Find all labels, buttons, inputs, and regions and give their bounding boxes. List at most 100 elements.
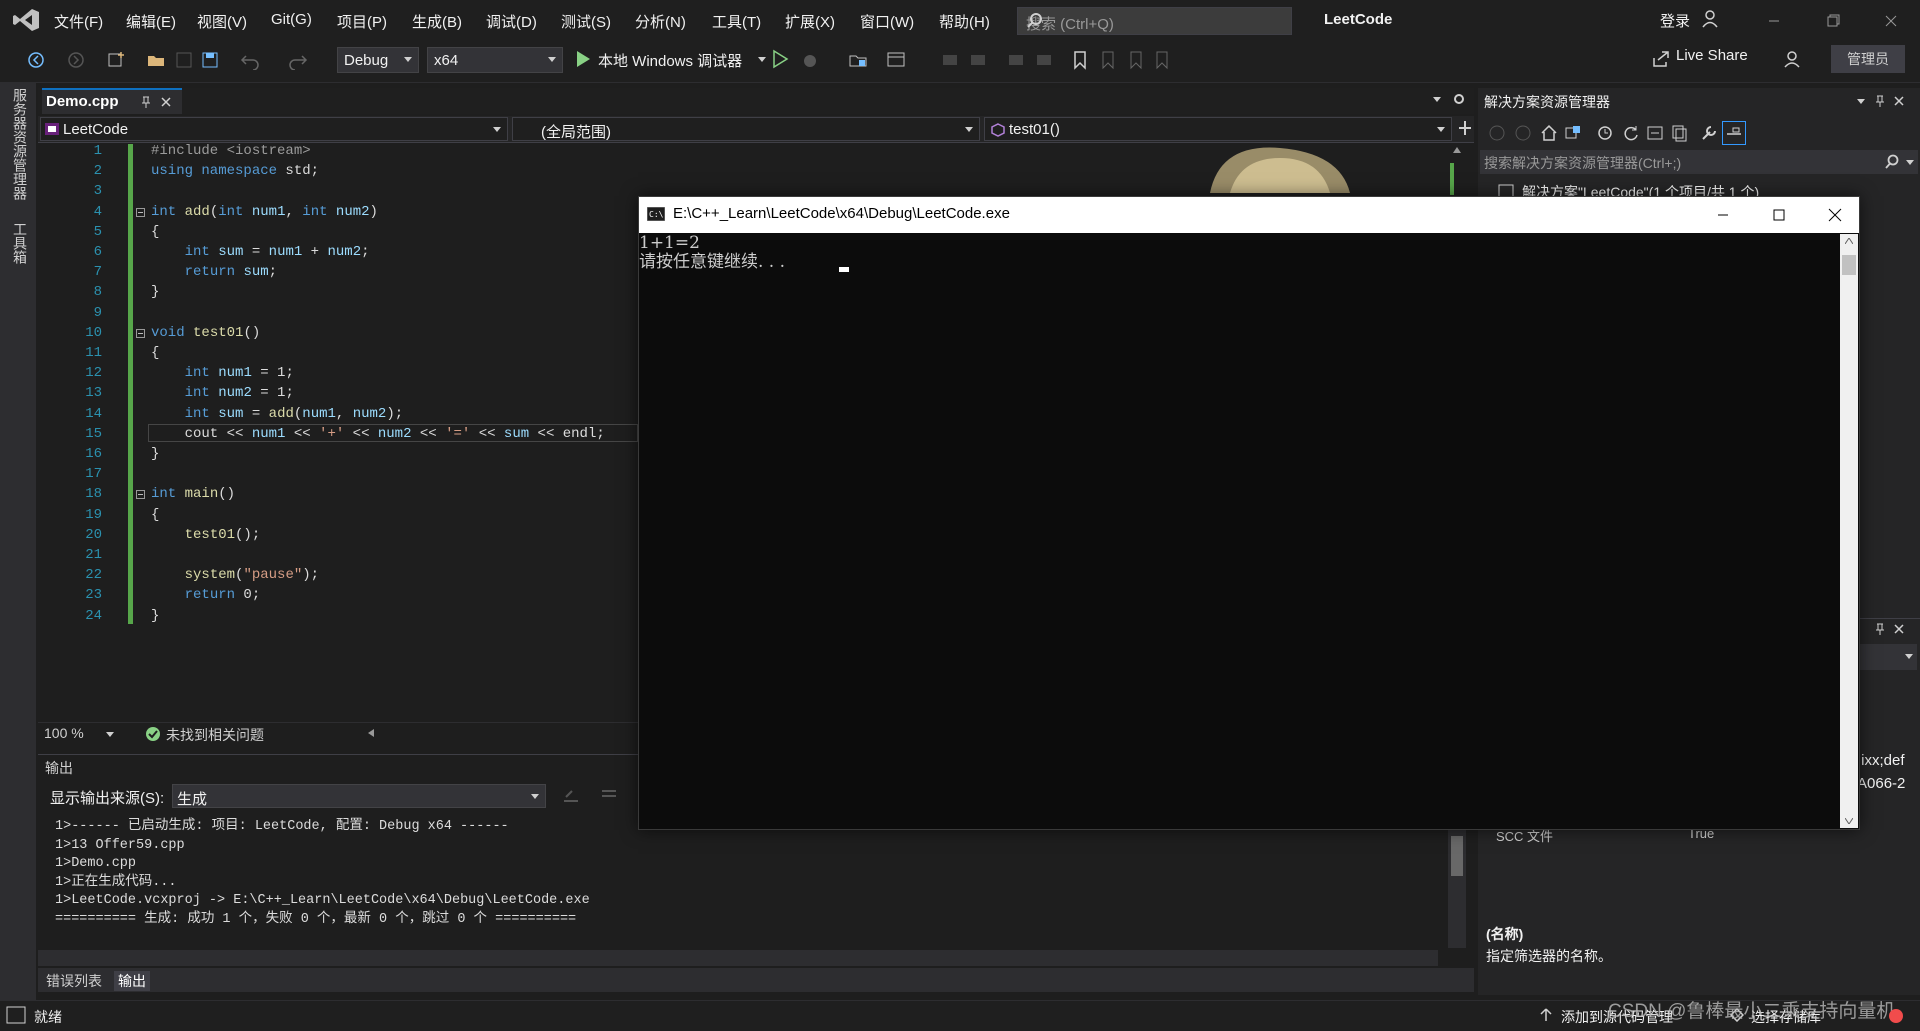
preview-selected-icon[interactable] [1722,121,1746,145]
properties-wrench-icon[interactable] [1700,124,1718,142]
console-scroll-thumb[interactable] [1842,255,1856,275]
scroll-left-icon[interactable] [368,729,374,737]
menu-analyze[interactable]: 分析(N) [635,11,686,32]
menu-debug[interactable]: 调试(D) [486,11,537,32]
uncomment-icon[interactable] [1034,50,1056,70]
issues-status[interactable]: 未找到相关问题 [166,725,264,745]
menu-tools[interactable]: 工具(T) [712,11,761,32]
solution-search-input[interactable]: 搜索解决方案资源管理器(Ctrl+;) [1480,150,1918,174]
save-icon[interactable] [174,50,196,70]
close-window-icon[interactable] [1876,8,1906,34]
restore-icon[interactable] [1818,8,1848,34]
pending-changes-icon[interactable] [1596,124,1614,142]
scroll-down-icon[interactable] [1845,818,1853,824]
next-bookmark-icon[interactable] [1126,50,1148,70]
output-vertical-scrollbar[interactable] [1448,820,1466,948]
tab-list-dropdown-icon[interactable] [1432,96,1442,104]
properties-object-select[interactable] [1857,644,1917,670]
menu-git[interactable]: Git(G) [271,11,312,28]
project-select[interactable]: LeetCode [40,117,508,141]
console-maximize-icon[interactable] [1757,202,1801,228]
console-close-icon[interactable] [1813,202,1857,228]
sync-icon[interactable] [1622,124,1640,142]
menu-view[interactable]: 视图(V) [197,11,247,32]
home-icon[interactable] [1540,124,1558,142]
live-share-button[interactable]: Live Share [1676,47,1748,64]
clear-all-icon[interactable] [600,787,618,803]
console-minimize-icon[interactable] [1701,202,1745,228]
notification-icon[interactable] [1888,1008,1904,1024]
zoom-dropdown-icon[interactable] [106,732,114,738]
search-input[interactable]: 搜索 (Ctrl+Q) [1017,7,1292,35]
minimize-icon[interactable] [1759,8,1789,34]
forward-icon[interactable] [66,50,88,70]
scroll-up-icon[interactable] [1845,238,1853,244]
layout-icon[interactable] [886,50,908,70]
find-message-icon[interactable] [562,787,580,803]
menu-test[interactable]: 测试(S) [561,11,611,32]
step-over-icon[interactable] [968,50,990,70]
save-all-icon[interactable] [200,50,222,70]
new-project-icon[interactable] [106,50,128,70]
chevron-down-icon[interactable] [757,56,767,64]
menu-project[interactable]: 项目(P) [337,11,387,32]
pin-icon[interactable] [1874,622,1886,636]
solution-folder-icon[interactable] [848,50,870,70]
split-editor-icon[interactable] [1458,120,1472,136]
fold-collapse-icon[interactable] [136,490,145,500]
collapse-all-icon[interactable] [1646,124,1664,142]
forward-icon[interactable] [1514,124,1532,142]
switch-views-icon[interactable] [1564,124,1582,142]
menu-window[interactable]: 窗口(W) [860,11,914,32]
undo-icon[interactable] [240,50,262,70]
bookmark-icon[interactable] [1070,50,1092,70]
feedback-icon[interactable] [1782,49,1802,69]
member-select[interactable]: test01() [984,117,1452,141]
server-explorer-tab[interactable]: 服务器资源管理器 [10,88,30,200]
clear-bookmarks-icon[interactable] [1152,50,1174,70]
debugger-button[interactable]: 本地 Windows 调试器 [598,50,742,71]
account-icon[interactable] [1700,9,1720,29]
output-source-select[interactable]: 生成 [172,784,546,808]
prev-bookmark-icon[interactable] [1098,50,1120,70]
toolbox-tab[interactable]: 工具箱 [10,222,30,264]
start-without-debug-icon[interactable] [771,48,789,70]
settings-gear-icon[interactable] [1452,92,1466,106]
tab-demo-cpp[interactable]: Demo.cpp [42,88,182,114]
back-icon[interactable] [1488,124,1506,142]
login-link[interactable]: 登录 [1660,10,1690,31]
visual-studio-logo-icon[interactable] [12,8,40,32]
configuration-select[interactable]: Debug [337,47,419,73]
back-icon[interactable] [26,50,48,70]
comment-icon[interactable] [1006,50,1028,70]
scope-select[interactable]: (全局范围) [512,117,980,141]
redo-icon[interactable] [286,50,308,70]
output-horizontal-scrollbar[interactable] [38,950,1438,966]
console-vertical-scrollbar[interactable] [1840,234,1858,828]
menu-build[interactable]: 生成(B) [412,11,462,32]
menu-extensions[interactable]: 扩展(X) [785,11,835,32]
tab-error-list[interactable]: 错误列表 [42,971,106,991]
show-all-files-icon[interactable] [1670,124,1688,142]
menu-edit[interactable]: 编辑(E) [126,11,176,32]
console-window[interactable]: C:\ E:\C++_Learn\LeetCode\x64\Debug\Leet… [638,196,1860,830]
scroll-thumb[interactable] [1451,836,1463,876]
panel-dropdown-icon[interactable] [1856,98,1866,106]
start-debug-icon[interactable] [574,48,592,70]
close-icon[interactable] [1893,623,1905,635]
pin-icon[interactable] [1874,94,1886,108]
step-icon[interactable] [940,50,962,70]
zoom-level[interactable]: 100 % [44,725,84,741]
fold-collapse-icon[interactable] [136,328,145,338]
menu-help[interactable]: 帮助(H) [939,11,990,32]
platform-select[interactable]: x64 [427,47,563,73]
close-icon[interactable] [160,96,172,108]
close-icon[interactable] [1893,95,1905,107]
menu-file[interactable]: 文件(F) [54,11,103,32]
open-folder-icon[interactable] [146,50,168,70]
scroll-up-icon[interactable] [1453,147,1461,153]
pin-icon[interactable] [140,95,152,109]
tab-output[interactable]: 输出 [114,971,150,991]
fold-collapse-icon[interactable] [136,207,145,217]
console-titlebar[interactable]: C:\ E:\C++_Learn\LeetCode\x64\Debug\Leet… [639,197,1859,233]
